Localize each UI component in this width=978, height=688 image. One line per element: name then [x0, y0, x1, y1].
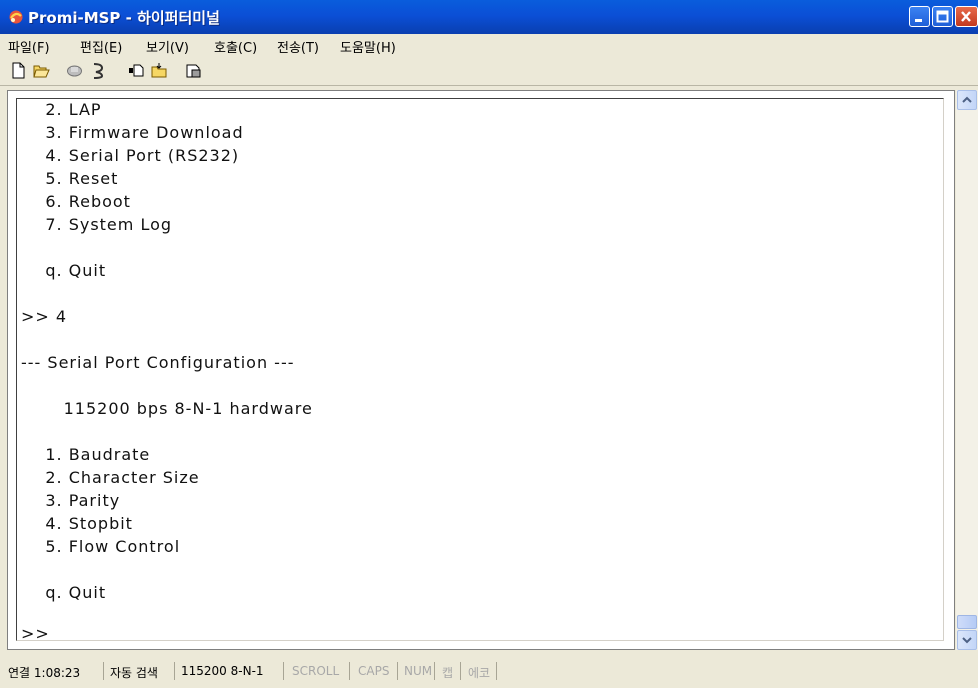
- chevron-up-icon: [962, 96, 972, 103]
- close-button[interactable]: [955, 6, 978, 27]
- vertical-scrollbar[interactable]: [956, 90, 978, 650]
- terminal-line: 5. Flow Control: [21, 537, 181, 556]
- status-port-settings: 115200 8-N-1: [181, 664, 264, 678]
- send-icon[interactable]: [128, 62, 145, 79]
- menu-help[interactable]: 도움말(H): [340, 37, 396, 56]
- status-scroll: SCROLL: [292, 664, 340, 678]
- status-echo: 에코: [468, 666, 491, 680]
- terminal-line: 5. Reset: [21, 169, 119, 188]
- maximize-icon: [936, 10, 949, 23]
- terminal-line: 2. LAP: [21, 100, 102, 119]
- terminal-window[interactable]: 2. LAP 3. Firmware Download 4. Serial Po…: [7, 90, 955, 650]
- properties-icon[interactable]: [185, 62, 202, 79]
- close-icon: [961, 11, 971, 22]
- dial-icon[interactable]: [90, 62, 107, 79]
- toolbar: [0, 56, 978, 86]
- status-caps: CAPS: [358, 664, 390, 678]
- terminal-line: 3. Parity: [21, 491, 121, 510]
- terminal-line: 2. Character Size: [21, 468, 200, 487]
- status-connection-time: 연결 1:08:23: [8, 666, 81, 680]
- terminal-line: 6. Reboot: [21, 192, 131, 211]
- scroll-thumb[interactable]: [957, 615, 977, 629]
- minimize-button[interactable]: [909, 6, 930, 27]
- chevron-down-icon: [962, 637, 972, 644]
- scroll-up-button[interactable]: [957, 90, 977, 110]
- disconnect-icon[interactable]: [66, 62, 83, 79]
- status-capture: 캡: [442, 666, 454, 680]
- scroll-down-button[interactable]: [957, 630, 977, 650]
- terminal-line: q. Quit: [21, 583, 107, 602]
- terminal-line: 4. Serial Port (RS232): [21, 146, 240, 165]
- menu-bar: 파일(F) 편집(E) 보기(V) 호출(C) 전송(T) 도움말(H): [0, 34, 978, 56]
- menu-edit[interactable]: 편집(E): [80, 37, 122, 56]
- menu-file[interactable]: 파일(F): [8, 37, 50, 56]
- terminal-line: --- Serial Port Configuration ---: [21, 353, 295, 372]
- status-bar: 연결 1:08:23 자동 검색 115200 8-N-1 SCROLL CAP…: [0, 656, 978, 688]
- terminal-line: 115200 bps 8-N-1 hardware: [21, 399, 313, 418]
- status-auto-detect: 자동 검색: [110, 666, 158, 680]
- terminal-line: 3. Firmware Download: [21, 123, 244, 142]
- title-bar[interactable]: Promi-MSP - 하이퍼터미널: [0, 0, 978, 34]
- menu-view[interactable]: 보기(V): [146, 37, 189, 56]
- terminal-line: q. Quit: [21, 261, 107, 280]
- receive-icon[interactable]: [151, 62, 168, 79]
- new-connection-icon[interactable]: [10, 62, 27, 79]
- hyperterminal-app-icon: [9, 10, 23, 24]
- maximize-button[interactable]: [932, 6, 953, 27]
- status-num: NUM: [404, 664, 433, 678]
- open-icon[interactable]: [33, 62, 50, 79]
- terminal-line: 7. System Log: [21, 215, 173, 234]
- menu-call[interactable]: 호출(C): [214, 37, 257, 56]
- minimize-icon: [915, 19, 922, 22]
- terminal-screen[interactable]: 2. LAP 3. Firmware Download 4. Serial Po…: [16, 98, 944, 643]
- window-title: Promi-MSP - 하이퍼터미널: [28, 9, 220, 27]
- terminal-line: 4. Stopbit: [21, 514, 133, 533]
- terminal-line: >> 4: [21, 307, 68, 326]
- terminal-line: 1. Baudrate: [21, 445, 151, 464]
- terminal-prompt: >>: [21, 624, 50, 643]
- menu-transfer[interactable]: 전송(T): [277, 37, 319, 56]
